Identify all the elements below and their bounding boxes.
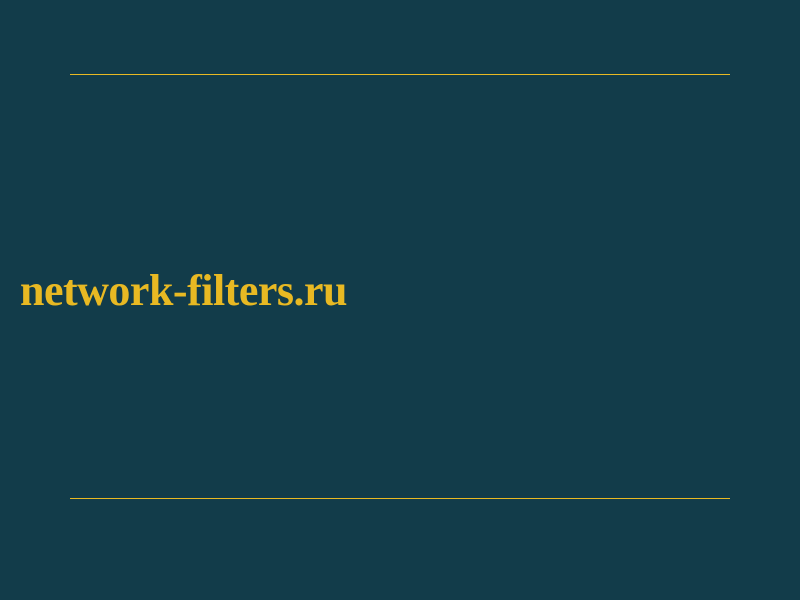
top-divider <box>70 74 730 75</box>
domain-heading: network-filters.ru <box>20 265 347 316</box>
bottom-divider <box>70 498 730 499</box>
